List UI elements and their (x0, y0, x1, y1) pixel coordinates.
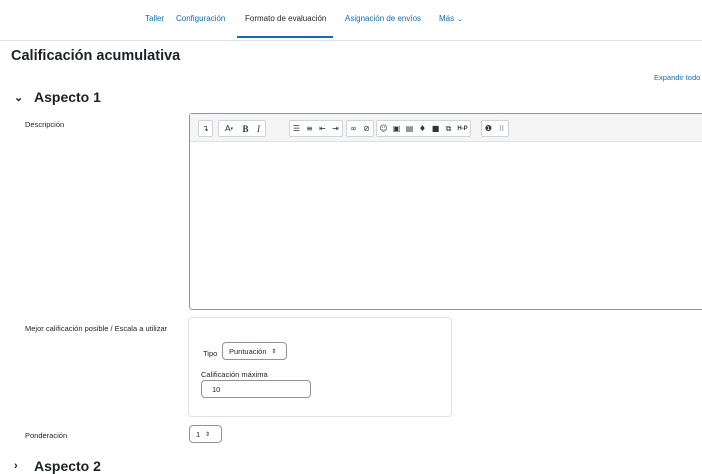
section-title: Aspecto 1 (34, 89, 101, 105)
section-aspecto-1-header[interactable]: ⌄ Aspecto 1 (14, 89, 101, 105)
tipo-select-value: Puntuación (229, 346, 267, 356)
tab-formato-de-evaluacion[interactable]: Formato de evaluación (245, 14, 326, 23)
media-icon[interactable]: ▤ (403, 121, 416, 136)
toolbar-group-style: A ▾ B I (218, 120, 266, 137)
tab-asignacion-de-envios[interactable]: Asignación de envíos (345, 14, 421, 23)
calificacion-maxima-input[interactable]: 10 (201, 380, 311, 398)
tab-mas[interactable]: Más ⌄ (439, 14, 463, 23)
calificacion-maxima-label: Calificación máxima (201, 370, 268, 379)
select-arrows-icon: ⇕ (271, 348, 277, 355)
tipo-select[interactable]: Puntuación ⇕ (222, 342, 287, 360)
chevron-right-icon: › (14, 460, 18, 472)
indent-icon[interactable]: ⇥ (329, 121, 342, 136)
ordered-list-icon[interactable]: ≡ (303, 121, 316, 136)
link-icon[interactable]: ∞ (347, 121, 360, 136)
descripcion-label: Descripción (25, 120, 65, 129)
tab-taller[interactable]: Taller (145, 14, 164, 23)
grade-settings-box: Tipo Puntuación ⇕ Calificación máxima 10 (188, 317, 452, 417)
toolbar-group-links: ∞ ⊘ (346, 120, 374, 137)
image-icon[interactable]: ▣ (390, 121, 403, 136)
outdent-icon[interactable]: ⇤ (316, 121, 329, 136)
unordered-list-icon[interactable]: ☰ (290, 121, 303, 136)
editor-toolbar: ↴ A ▾ B I ☰ ≡ ⇤ ⇥ ∞ ⊘ ☺ ▣ ▤ ♦ ■ ⧉ H-P ❶ ⁝… (190, 114, 702, 142)
chevron-down-icon: ⌄ (457, 16, 463, 23)
chevron-down-icon: ⌄ (14, 91, 24, 104)
select-arrows-icon: ⇕ (205, 431, 211, 438)
ponderacion-select-value: 1 (196, 429, 201, 439)
collapse-icon[interactable]: ↴ (199, 121, 212, 136)
toolbar-group-accessibility: ❶ ⁝⁝ (481, 120, 509, 137)
unlink-icon[interactable]: ⊘ (360, 121, 373, 136)
toolbar-group-media: ☺ ▣ ▤ ♦ ■ ⧉ H-P (376, 120, 471, 137)
ponderacion-select[interactable]: 1 ⇕ (189, 425, 222, 443)
secondary-navigation: Taller Configuración Formato de evaluaci… (0, 0, 702, 41)
ponderacion-label: Ponderación (25, 431, 68, 440)
manage-files-icon[interactable]: ⧉ (442, 121, 455, 136)
descripcion-editor: ↴ A ▾ B I ☰ ≡ ⇤ ⇥ ∞ ⊘ ☺ ▣ ▤ ♦ ■ ⧉ H-P ❶ ⁝… (189, 113, 702, 310)
emoji-icon[interactable]: ☺ (377, 121, 390, 136)
grade-scale-label: Mejor calificación posible / Escala a ut… (25, 324, 168, 333)
page-title: Calificación acumulativa (11, 48, 181, 64)
html-icon[interactable]: ⁝⁝ (495, 121, 508, 136)
active-tab-indicator (237, 36, 333, 38)
accessibility-checker-icon[interactable]: ❶ (482, 121, 495, 136)
h5p-icon[interactable]: H-P (455, 121, 470, 136)
tab-configuracion[interactable]: Configuración (176, 14, 225, 23)
text-style-button[interactable]: A ▾ (219, 121, 239, 136)
microphone-icon[interactable]: ♦ (416, 121, 429, 136)
video-icon[interactable]: ■ (429, 121, 442, 136)
italic-icon[interactable]: I (252, 121, 265, 136)
editor-content-area[interactable] (190, 142, 702, 309)
section-title: Aspecto 2 (34, 458, 101, 474)
bold-icon[interactable]: B (239, 121, 252, 136)
tipo-label: Tipo (203, 349, 218, 358)
toolbar-group-lists: ☰ ≡ ⇤ ⇥ (289, 120, 343, 137)
toolbar-group-collapse: ↴ (198, 120, 213, 137)
section-aspecto-2-header[interactable]: › Aspecto 2 (14, 458, 101, 474)
expand-all-link[interactable]: Expandir todo (654, 73, 700, 82)
tab-mas-label: Más (439, 14, 455, 23)
